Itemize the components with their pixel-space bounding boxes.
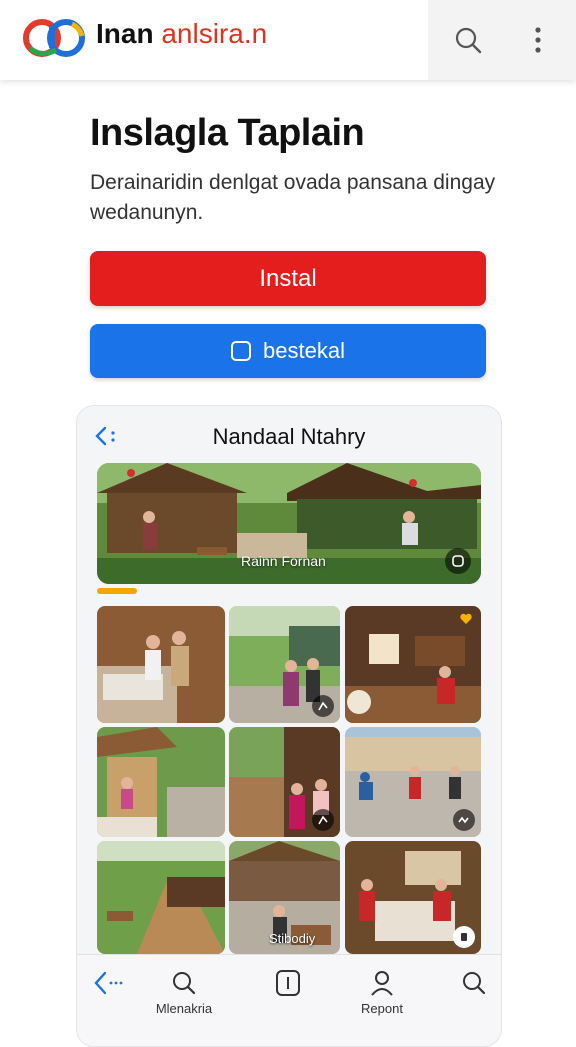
gallery-tile[interactable] [97,841,225,954]
share-icon [318,815,328,825]
brand-name-part1: Inan [96,18,154,49]
search-icon [173,972,196,995]
user-icon [371,971,393,996]
install-button-label: Instal [259,264,317,292]
brand-name-part2: anlsira.n [161,18,268,49]
info-icon [461,933,467,941]
heart-icon [460,613,472,624]
nav-item-back[interactable] [77,969,143,1001]
back-icon [94,971,123,995]
search-icon [463,972,486,995]
nav-label: Repont [361,1001,403,1016]
gallery-tile[interactable] [345,841,481,954]
search-button[interactable] [446,18,490,62]
gallery-tile[interactable] [229,727,340,837]
install-button[interactable]: Instal [90,251,486,306]
gallery-tile[interactable]: Stibodiy [229,841,340,954]
share-icon [318,701,328,711]
tile-badge [453,809,475,831]
page-title: Inslagla Taplain [90,112,365,154]
header-actions [428,0,576,80]
gallery-tile[interactable] [97,606,225,723]
hero-caption: Rainn Fornan [241,553,326,569]
search-icon [455,27,482,54]
app-header: Inan anlsira.n [0,0,576,80]
progress-indicator [97,588,137,594]
hero-screenshot[interactable]: Rainn Fornan [97,463,481,584]
brand-name: Inan anlsira.n [96,18,267,50]
secondary-action-button[interactable]: bestekal [90,324,486,378]
colorful-circles-logo-icon [23,19,85,57]
nav-item-info[interactable] [253,969,323,1001]
wave-icon [458,816,469,824]
gallery-tile[interactable] [345,606,481,723]
square-outline-icon [231,341,252,361]
hero-badge [445,548,471,574]
more-vertical-icon [535,27,541,53]
camera-icon [452,555,464,567]
tile-badge [312,695,334,717]
page-description: Derainaridin denlgat ovada pansana dinga… [90,171,496,224]
nav-label: Mlenakria [155,1001,213,1016]
gallery-tile[interactable] [97,727,225,837]
secondary-button-label: bestekal [263,338,345,363]
more-options-button[interactable] [516,18,560,62]
preview-title: Nandaal Ntahry [212,424,366,449]
tile-image [97,841,225,954]
nav-item-search[interactable]: Mlenakria [149,969,219,1016]
nav-item-report[interactable]: Repont [347,969,417,1016]
tile-image [97,606,225,723]
nav-item-search-2[interactable] [439,969,501,1001]
tile-badge [312,809,334,831]
tile-caption: Stibodiy [269,931,316,946]
info-icon [276,970,300,996]
gallery-tile[interactable] [229,606,340,723]
gallery-tile[interactable] [345,727,481,837]
tile-badge [453,926,475,948]
bottom-navigation: Mlenakria Repont [77,954,501,1046]
tile-image [97,727,225,837]
app-preview-card: Nandaal Ntahry Rainn Fornan Stibodiy Mle… [76,405,502,1047]
